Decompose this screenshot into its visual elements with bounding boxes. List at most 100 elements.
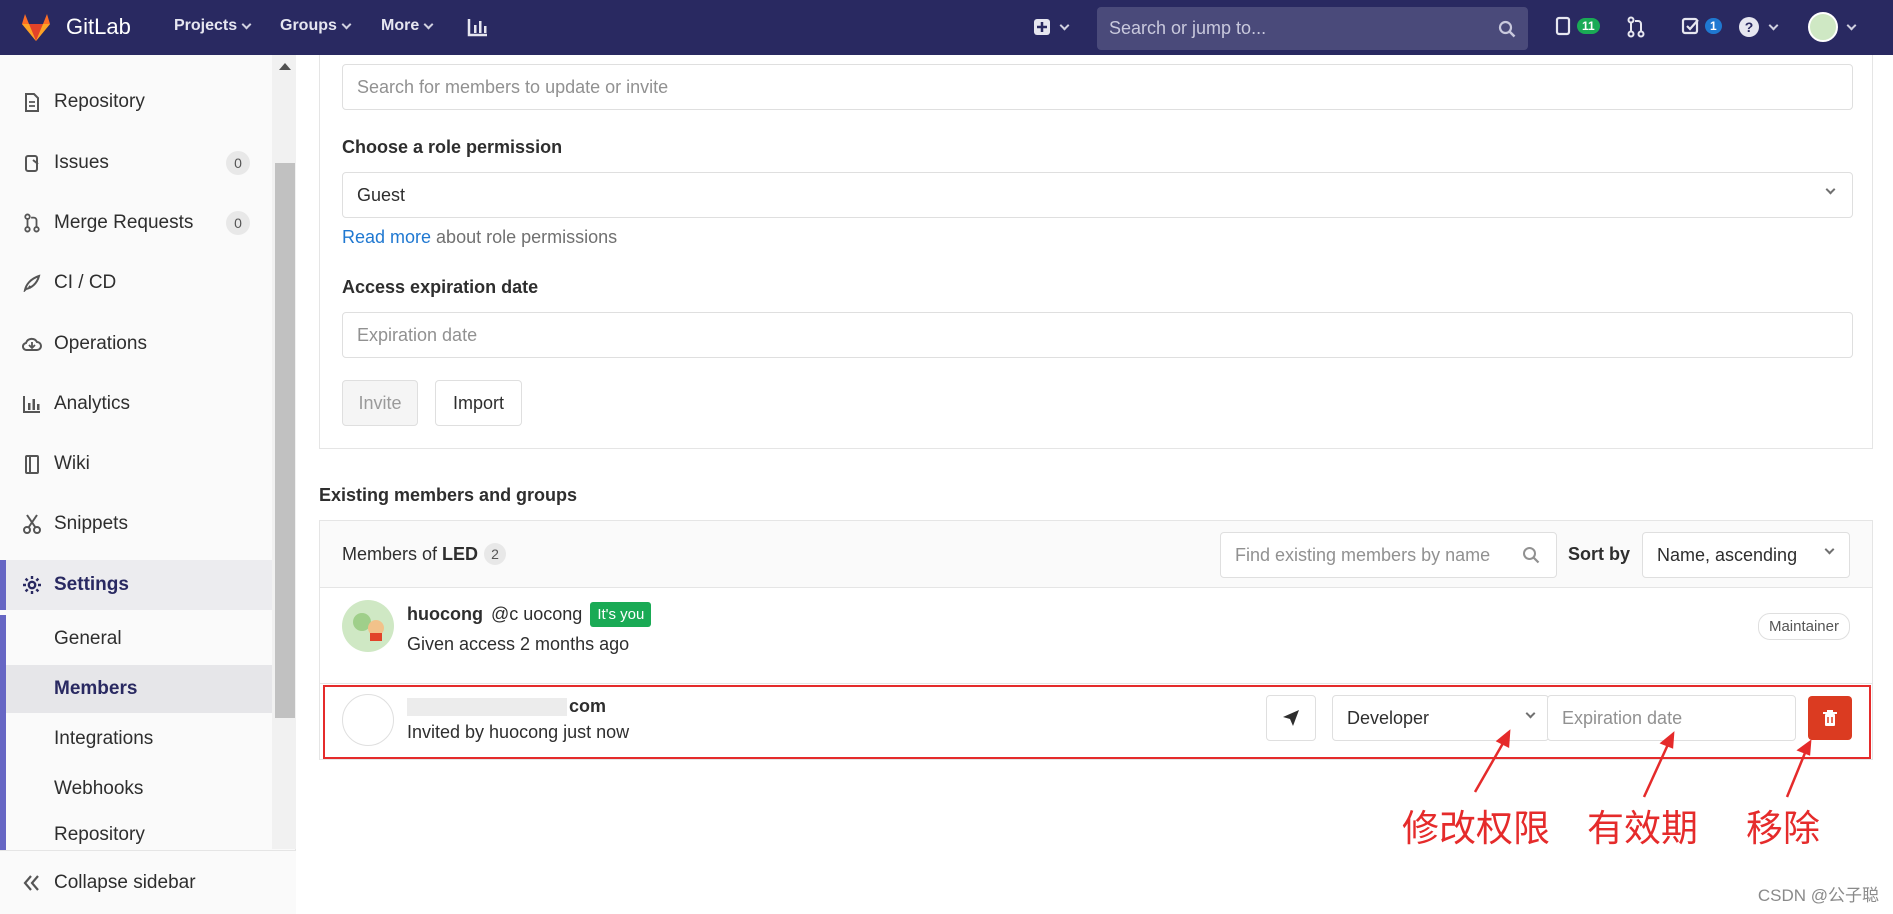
settings-sub-general[interactable]: General	[6, 615, 272, 663]
help-dropdown[interactable]: ?	[1738, 16, 1779, 38]
nav-projects-label: Projects	[174, 17, 238, 34]
sidebar-item-label: Merge Requests	[54, 212, 194, 233]
settings-sub-members[interactable]: Members	[6, 665, 272, 713]
sidebar-item-label: Operations	[54, 333, 147, 354]
sidebar-item-repository[interactable]: Repository	[0, 77, 272, 127]
member-search-input[interactable]: Search for members to update or invite	[342, 64, 1853, 110]
nav-more[interactable]: More	[381, 17, 434, 35]
collapse-sidebar-button[interactable]: Collapse sidebar	[0, 850, 296, 914]
user-avatar	[1808, 12, 1838, 42]
cloud-icon	[22, 334, 42, 354]
find-members-input[interactable]: Find existing members by name	[1220, 532, 1557, 578]
search-icon	[1523, 547, 1540, 564]
annotation-remove: 移除	[1746, 807, 1820, 850]
sidebar-item-label: Issues	[54, 152, 109, 173]
sort-select[interactable]: Name, ascending	[1642, 532, 1850, 578]
book-icon	[22, 454, 42, 474]
plus-square-icon	[1034, 19, 1050, 35]
merge-requests-count-badge: 0	[226, 211, 250, 235]
search-icon	[1498, 20, 1516, 38]
gitlab-fox-icon	[22, 14, 50, 41]
members-of-group-title: Members of LED 2	[342, 543, 507, 565]
doc-icon	[22, 92, 42, 112]
issues-icon	[1555, 16, 1571, 36]
issues-icon	[22, 153, 42, 173]
help-icon: ?	[1739, 17, 1759, 37]
sidebar-item-merge-requests[interactable]: Merge Requests 0	[0, 198, 272, 248]
user-menu[interactable]	[1808, 12, 1857, 42]
group-name: LED	[442, 543, 479, 564]
sidebar-item-label: Settings	[54, 574, 129, 595]
nav-more-label: More	[381, 17, 420, 34]
sidebar-item-label: Analytics	[54, 393, 131, 414]
chevron-down-icon	[341, 19, 352, 29]
role-permission-select[interactable]: Guest	[342, 172, 1853, 218]
new-item-dropdown[interactable]	[1033, 18, 1070, 36]
member-name[interactable]: huocong	[407, 604, 483, 625]
rocket-icon	[22, 273, 42, 293]
members-of-prefix: Members of	[342, 543, 438, 564]
settings-sub-integrations[interactable]: Integrations	[6, 715, 272, 763]
gear-icon	[22, 575, 42, 595]
nav-groups[interactable]: Groups	[280, 17, 352, 35]
member-handle: @c uocong	[490, 604, 583, 624]
existing-members-title: Existing members and groups	[319, 485, 578, 505]
sidebar-item-snippets[interactable]: Snippets	[0, 499, 272, 549]
nav-projects[interactable]: Projects	[174, 17, 252, 35]
top-navbar: GitLab Projects Groups More Search or ju…	[0, 0, 1893, 55]
member-name-line: huocong @c uocong It's you	[407, 602, 652, 627]
member-role-badge: Maintainer	[1757, 613, 1850, 640]
chevron-down-icon	[241, 19, 252, 29]
double-chevron-left-icon	[23, 874, 39, 891]
role-permissions-help: Read more about role permissions	[342, 227, 617, 248]
sidebar-item-analytics[interactable]: Analytics	[0, 379, 272, 429]
csdn-watermark: CSDN @公子聪	[1757, 886, 1879, 905]
sidebar-item-wiki[interactable]: Wiki	[0, 439, 272, 489]
sort-select-value: Name, ascending	[1657, 544, 1798, 565]
global-search-placeholder: Search or jump to...	[1109, 18, 1267, 38]
invite-button[interactable]: Invite	[342, 380, 418, 426]
issues-count-badge: 11	[1577, 18, 1600, 34]
project-sidebar: Repository Issues 0 Merge Requests 0 CI …	[0, 55, 296, 914]
merge-request-icon	[22, 213, 42, 233]
annotation-highlight-frame	[323, 685, 1871, 759]
read-more-suffix: about role permissions	[431, 227, 618, 247]
expiration-date-input[interactable]: Expiration date	[342, 312, 1853, 358]
activity-chart-icon[interactable]	[467, 17, 489, 37]
sidebar-item-settings[interactable]: Settings	[0, 560, 272, 610]
sidebar-item-ci-cd[interactable]: CI / CD	[0, 258, 272, 308]
sidebar-item-label: Wiki	[54, 453, 90, 474]
role-permission-value: Guest	[357, 184, 406, 205]
sidebar-item-label: Snippets	[54, 513, 128, 534]
chevron-down-icon	[1059, 20, 1070, 30]
read-more-link[interactable]: Read more	[342, 227, 431, 247]
scissors-icon	[22, 514, 42, 534]
settings-sub-webhooks[interactable]: Webhooks	[6, 765, 272, 813]
sidebar-item-operations[interactable]: Operations	[0, 319, 272, 369]
member-search-placeholder: Search for members to update or invite	[357, 76, 669, 97]
collapse-sidebar-label: Collapse sidebar	[54, 871, 196, 893]
chevron-down-icon	[1825, 184, 1836, 195]
chevron-down-icon	[1768, 20, 1779, 30]
sidebar-scrollbar-thumb[interactable]	[275, 163, 295, 718]
issues-count-badge: 0	[226, 151, 250, 175]
find-members-placeholder: Find existing members by name	[1235, 544, 1491, 565]
settings-sub-repository[interactable]: Repository	[6, 815, 272, 855]
merge-requests-nav-button[interactable]	[1626, 16, 1646, 38]
sidebar-item-issues[interactable]: Issues 0	[0, 138, 272, 188]
expiration-date-placeholder: Expiration date	[357, 324, 478, 345]
its-you-badge: It's you	[590, 602, 652, 627]
gitlab-logo[interactable]: GitLab	[20, 12, 131, 42]
todos-nav-button[interactable]: 1	[1681, 16, 1722, 36]
member-row: huocong @c uocong It's you Given access …	[320, 588, 1872, 684]
annotation-expiration: 有效期	[1587, 807, 1698, 850]
member-count-badge: 2	[484, 543, 507, 565]
sort-by-label: Sort by	[1568, 544, 1631, 564]
global-search-input[interactable]: Search or jump to...	[1097, 7, 1528, 50]
scroll-up-arrow-icon[interactable]	[279, 63, 291, 70]
import-button[interactable]: Import	[435, 380, 522, 426]
todo-check-icon	[1681, 17, 1699, 35]
issues-nav-button[interactable]: 11	[1555, 16, 1600, 36]
invite-member-panel	[319, 55, 1873, 449]
svg-text:?: ?	[1745, 19, 1754, 35]
